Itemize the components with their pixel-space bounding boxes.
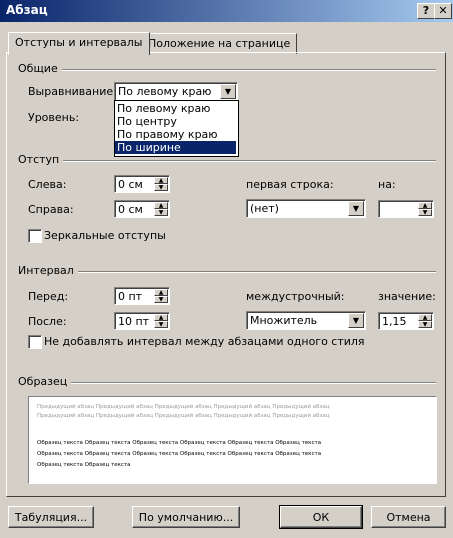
right-indent-stepper[interactable]: 0 см ▲ ▼ xyxy=(114,200,170,218)
ok-button[interactable]: ОК xyxy=(279,505,363,529)
first-line-by-stepper[interactable]: ▲ ▼ xyxy=(378,200,434,218)
alignment-dropdown-list[interactable]: По левому краю По центру По правому краю… xyxy=(114,100,239,157)
first-line-select[interactable]: (нет) ▼ xyxy=(246,199,366,218)
preview-sample-line: Образец текста Образец текста Образец те… xyxy=(37,451,322,457)
preview-previous-line: Предыдущий абзац Предыдущий абзац Предыд… xyxy=(37,404,330,410)
section-title-general: Общие xyxy=(18,62,62,75)
help-button[interactable]: ? xyxy=(417,3,435,19)
alignment-option-right[interactable]: По правому краю xyxy=(115,128,236,141)
right-indent-label: Справа: xyxy=(28,203,74,216)
spin-up-icon[interactable]: ▲ xyxy=(154,177,168,184)
chevron-down-icon[interactable]: ▼ xyxy=(348,313,364,328)
spin-down-icon[interactable]: ▼ xyxy=(154,209,168,216)
spinner[interactable]: ▲ ▼ xyxy=(154,289,168,303)
alignment-value: По левому краю xyxy=(118,85,212,98)
title-bar[interactable]: Абзац ? ✕ xyxy=(0,0,453,22)
section-divider xyxy=(72,271,436,273)
no-space-same-style-label: Не добавлять интервал между абзацами одн… xyxy=(44,335,365,348)
spin-down-icon[interactable]: ▼ xyxy=(154,321,168,328)
section-title-indent: Отступ xyxy=(18,153,64,166)
section-divider xyxy=(68,382,436,384)
mirror-indents-checkbox[interactable] xyxy=(28,229,42,243)
tab-indents-spacing[interactable]: Отступы и интервалы xyxy=(8,32,150,55)
tab-label: Отступы и интервалы xyxy=(15,36,143,49)
set-default-button[interactable]: По умолчанию... xyxy=(132,506,240,528)
space-after-label: После: xyxy=(28,315,67,328)
tabs-button[interactable]: Табуляция... xyxy=(8,506,94,528)
space-before-stepper[interactable]: 0 пт ▲ ▼ xyxy=(114,287,170,305)
line-spacing-at-stepper[interactable]: 1,15 ▲ ▼ xyxy=(378,312,434,330)
tab-label: Положение на странице xyxy=(148,37,291,50)
spin-up-icon[interactable]: ▲ xyxy=(154,202,168,209)
left-indent-label: Слева: xyxy=(28,178,67,191)
alignment-select[interactable]: По левому краю ▼ xyxy=(114,82,238,101)
spinner[interactable]: ▲ ▼ xyxy=(418,202,432,216)
line-spacing-at-value: 1,15 xyxy=(382,315,407,328)
paragraph-preview: Предыдущий абзац Предыдущий абзац Предыд… xyxy=(28,396,437,484)
spinner[interactable]: ▲ ▼ xyxy=(154,314,168,328)
preview-sample-line: Образец текста Образец текста xyxy=(37,462,131,468)
spin-up-icon[interactable]: ▲ xyxy=(154,289,168,296)
line-spacing-label: междустрочный: xyxy=(246,290,345,303)
close-icon: ✕ xyxy=(438,4,448,17)
section-divider xyxy=(60,69,436,71)
close-button[interactable]: ✕ xyxy=(434,3,452,19)
chevron-down-icon[interactable]: ▼ xyxy=(220,84,236,99)
alignment-option-center[interactable]: По центру xyxy=(115,115,236,128)
spin-down-icon[interactable]: ▼ xyxy=(154,296,168,303)
line-spacing-value: Множитель xyxy=(250,314,318,327)
preview-previous-line: Предыдущий абзац Предыдущий абзац Предыд… xyxy=(37,413,330,419)
spinner[interactable]: ▲ ▼ xyxy=(154,177,168,191)
space-before-label: Перед: xyxy=(28,290,69,303)
tab-page-position[interactable]: Положение на странице xyxy=(141,33,298,54)
space-after-stepper[interactable]: 10 пт ▲ ▼ xyxy=(114,312,170,330)
spin-down-icon[interactable]: ▼ xyxy=(418,209,432,216)
spin-up-icon[interactable]: ▲ xyxy=(418,202,432,209)
no-space-same-style-checkbox[interactable] xyxy=(28,335,42,349)
first-line-value: (нет) xyxy=(250,202,279,215)
alignment-option-justify[interactable]: По ширине xyxy=(115,141,236,154)
alignment-option-left[interactable]: По левому краю xyxy=(115,102,236,115)
right-indent-value: 0 см xyxy=(118,203,143,216)
window-title: Абзац xyxy=(6,3,48,17)
section-title-preview: Образец xyxy=(18,375,72,388)
on-label: на: xyxy=(378,178,396,191)
space-before-value: 0 пт xyxy=(118,290,143,303)
spin-down-icon[interactable]: ▼ xyxy=(154,184,168,191)
spin-up-icon[interactable]: ▲ xyxy=(418,314,432,321)
section-title-spacing: Интервал xyxy=(18,264,78,277)
left-indent-value: 0 см xyxy=(118,178,143,191)
section-divider xyxy=(60,160,436,162)
line-spacing-at-label: значение: xyxy=(378,290,436,303)
spin-up-icon[interactable]: ▲ xyxy=(154,314,168,321)
alignment-label: Выравнивание: xyxy=(28,85,117,98)
first-line-label: первая строка: xyxy=(246,178,334,191)
spinner[interactable]: ▲ ▼ xyxy=(154,202,168,216)
chevron-down-icon[interactable]: ▼ xyxy=(348,201,364,216)
left-indent-stepper[interactable]: 0 см ▲ ▼ xyxy=(114,175,170,193)
mirror-indents-label: Зеркальные отступы xyxy=(44,229,166,242)
spin-down-icon[interactable]: ▼ xyxy=(418,321,432,328)
line-spacing-select[interactable]: Множитель ▼ xyxy=(246,311,366,330)
preview-sample-line: Образец текста Образец текста Образец те… xyxy=(37,440,322,446)
space-after-value: 10 пт xyxy=(118,315,150,328)
cancel-button[interactable]: Отмена xyxy=(371,506,446,528)
level-label: Уровень: xyxy=(28,111,80,124)
spinner[interactable]: ▲ ▼ xyxy=(418,314,432,328)
